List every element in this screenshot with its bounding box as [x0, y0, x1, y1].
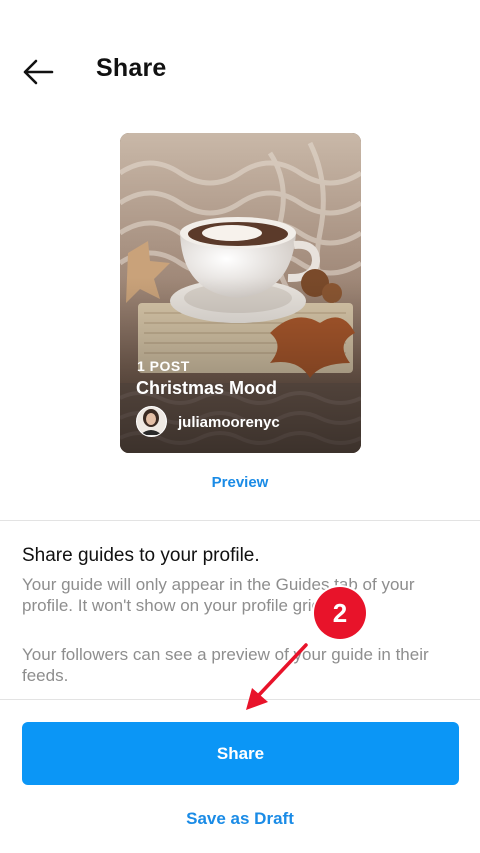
- share-button[interactable]: Share: [22, 722, 459, 785]
- divider: [0, 520, 480, 521]
- guide-cover-card[interactable]: 1 POST Christmas Mood juliamoorenyc: [120, 133, 361, 453]
- back-button[interactable]: [18, 54, 58, 90]
- step-number-badge: 2: [314, 587, 366, 639]
- info-followers-note: Your followers can see a preview of your…: [22, 645, 429, 685]
- guide-title: Christmas Mood: [136, 378, 278, 398]
- arrow-left-icon: [23, 59, 54, 85]
- top-bar: Share: [0, 0, 480, 140]
- avatar: [136, 406, 167, 437]
- post-count: 1 POST: [137, 358, 190, 374]
- preview-link[interactable]: Preview: [0, 474, 480, 491]
- info-description: Your guide will only appear in the Guide…: [22, 575, 415, 615]
- save-as-draft-button[interactable]: Save as Draft: [0, 809, 480, 829]
- page-title: Share: [96, 54, 167, 82]
- cover-gradient: [120, 133, 361, 453]
- info-heading: Share guides to your profile.: [22, 545, 260, 566]
- username: juliamoorenyc: [178, 414, 280, 431]
- divider: [0, 699, 480, 700]
